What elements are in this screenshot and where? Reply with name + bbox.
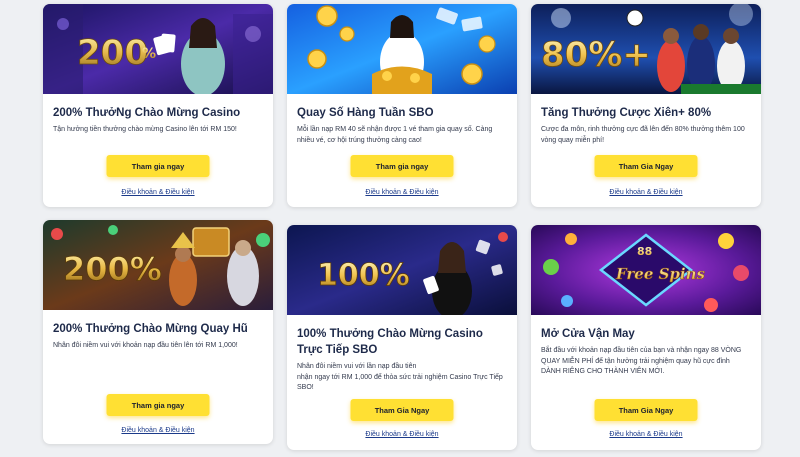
promo-banner-image: 88 Free Spins [531, 225, 761, 315]
promo-banner-image: 100% [287, 225, 517, 315]
casino-banner-graphic: 200 % [43, 4, 273, 94]
join-now-button[interactable]: Tham Gia Ngay [350, 399, 454, 421]
terms-conditions-link[interactable]: Điều khoản & Điều kiện [531, 431, 761, 438]
terms-conditions-link[interactable]: Điều khoản & Điều kiện [43, 427, 273, 434]
promo-card-body: 200% ThưởNg Chào Mừng Casino Tận hưởng t… [43, 94, 273, 207]
svg-text:%: % [142, 46, 156, 62]
promo-description: Nhân đôi niềm vui với khoản nạp đầu tiên… [53, 342, 238, 349]
free-spins-banner-graphic: 88 Free Spins [531, 225, 761, 315]
promo-description: Tận hưởng tiền thưởng chào mừng Casino l… [53, 126, 237, 133]
promo-card-body: 200% Thưởng Chào Mừng Quay Hũ Nhân đôi n… [43, 310, 273, 444]
promo-card-casino-welcome: 200 % 200% ThưởNg Chào Mừng Casino Tận h… [43, 4, 273, 207]
join-now-button[interactable]: Tham Gia Ngay [594, 155, 698, 177]
promo-title: 200% ThưởNg Chào Mừng Casino [53, 107, 241, 119]
banner-percent-text: 200% [63, 250, 162, 288]
promo-title: Tăng Thưởng Cược Xiên+ 80% [541, 107, 712, 119]
promo-card-body: 100% Thưởng Chào Mừng Casino Trực Tiếp S… [287, 315, 517, 450]
promo-card-free-spins: 88 Free Spins Mở Cửa Vận May Bắt đầu với… [531, 225, 761, 450]
join-now-button[interactable]: Tham gia ngay [106, 394, 210, 416]
promo-card-weekly-lottery: Quay Số Hàng Tuần SBO Mỗi lần nạp RM 40 … [287, 4, 517, 207]
terms-conditions-link[interactable]: Điều khoản & Điều kiện [287, 189, 517, 196]
promo-title: 200% Thưởng Chào Mừng Quay Hũ [53, 323, 248, 335]
banner-88-text: 88 [637, 245, 652, 258]
terms-conditions-link[interactable]: Điều khoản & Điều kiện [287, 431, 517, 438]
promo-card-body: Tăng Thưởng Cược Xiên+ 80% Cược đa môn, … [531, 94, 761, 207]
promo-description-line: Nhân đôi niềm vui với lần nạp đầu tiên [297, 363, 417, 370]
lottery-banner-graphic [287, 4, 517, 94]
promo-description-line: nhận ngay tới RM 1,000 để thỏa sức trải … [297, 373, 503, 392]
promo-card-parlay-boost: 80%+ Tăng Thưởng Cược Xiên+ 80% Cược đa … [531, 4, 761, 207]
banner-percent-text: 80%+ [541, 35, 651, 75]
promo-description: Bắt đầu với khoản nạp đầu tiên của bạn v… [541, 347, 742, 375]
promo-description: Cược đa môn, rinh thưởng cực đã lên đến … [541, 126, 745, 144]
promo-title: Quay Số Hàng Tuần SBO [297, 107, 434, 119]
promo-description: Nhân đôi niềm vui với lần nạp đầu tiên n… [297, 362, 507, 394]
promo-banner-image: 200% [43, 220, 273, 310]
promo-title: Mở Cửa Vận May [541, 328, 635, 340]
banner-free-spins-text: Free Spins [615, 265, 706, 283]
live-casino-banner-graphic: 100% [287, 225, 517, 315]
promo-banner-image [287, 4, 517, 94]
promo-banner-image: 200 % [43, 4, 273, 94]
join-now-button[interactable]: Tham gia ngay [106, 155, 210, 177]
promo-card-body: Mở Cửa Vận May Bắt đầu với khoản nạp đầu… [531, 315, 761, 450]
banner-percent-text: 200 [77, 33, 148, 73]
sports-banner-graphic: 80%+ [531, 4, 761, 94]
promo-card-body: Quay Số Hàng Tuần SBO Mỗi lần nạp RM 40 … [287, 94, 517, 207]
promo-description: Mỗi lần nạp RM 40 sẽ nhận được 1 vé tham… [297, 126, 493, 144]
promo-banner-image: 80%+ [531, 4, 761, 94]
banner-percent-text: 100% [317, 258, 410, 293]
terms-conditions-link[interactable]: Điều khoản & Điều kiện [43, 189, 273, 196]
promo-title: 100% Thưởng Chào Mừng Casino Trực Tiếp S… [297, 328, 483, 356]
terms-conditions-link[interactable]: Điều khoản & Điều kiện [531, 189, 761, 196]
promo-card-slots-welcome: 200% 200% Thưởng Chào Mừng Quay Hũ Nhân … [43, 220, 273, 444]
join-now-button[interactable]: Tham gia ngay [350, 155, 454, 177]
join-now-button[interactable]: Tham Gia Ngay [594, 399, 698, 421]
slots-banner-graphic: 200% [43, 220, 273, 310]
promo-card-live-casino-welcome: 100% 100% Thưởng Chào Mừng Casino Trực T… [287, 225, 517, 450]
